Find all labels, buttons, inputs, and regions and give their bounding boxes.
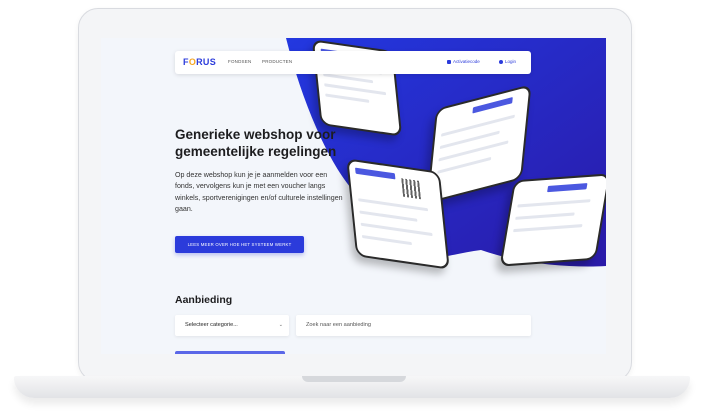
logo-text-rest: RUS <box>196 57 217 67</box>
learn-more-button[interactable]: LEES MEER OVER HOE HET SYSTEEM WERKT <box>175 236 304 253</box>
browser-screen: FORUS FONDSEN PRODUCTEN Activatiecode Lo… <box>101 38 606 354</box>
card-icon <box>447 59 451 64</box>
activation-code-label: Activatiecode <box>453 59 480 64</box>
phone-mockup <box>499 173 606 267</box>
top-navbar: FORUS FONDSEN PRODUCTEN Activatiecode Lo… <box>175 51 531 74</box>
hero-description: Op deze webshop kun je je aanmelden voor… <box>175 171 343 213</box>
search-placeholder: Zoek naar een aanbieding <box>306 322 372 328</box>
phone-mockup <box>346 158 450 270</box>
laptop-notch <box>302 376 406 382</box>
offers-title: Aanbieding <box>175 294 233 306</box>
forus-logo[interactable]: FORUS <box>183 57 216 67</box>
activation-code-button[interactable]: Activatiecode <box>447 59 480 64</box>
hero-title: Generieke webshop voor gemeentelijke reg… <box>175 127 337 159</box>
category-select[interactable]: Selecteer categorie... ⌄ <box>175 315 289 336</box>
user-icon <box>499 59 503 64</box>
offer-search-input[interactable]: Zoek naar een aanbieding <box>296 315 531 336</box>
chevron-down-icon: ⌄ <box>278 322 283 328</box>
nav-link-fondsen[interactable]: FONDSEN <box>228 59 251 64</box>
login-button[interactable]: Login <box>499 59 516 64</box>
nav-link-producten[interactable]: PRODUCTEN <box>262 59 292 64</box>
card-preview <box>175 351 285 354</box>
login-label: Login <box>505 59 517 64</box>
category-select-value: Selecteer categorie... <box>185 322 238 328</box>
